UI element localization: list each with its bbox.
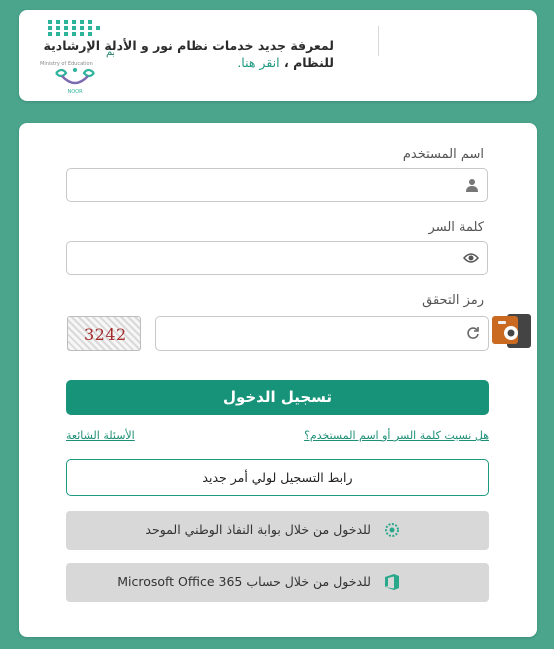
logo-divider [378, 26, 379, 56]
info-line-1: لمعرفة جديد خدمات نظام نور و الأدلة الإر… [43, 38, 334, 53]
info-text: لمعرفة جديد خدمات نظام نور و الأدلة الإر… [24, 37, 334, 71]
header-card: وزارة التعليم Ministry of Education NOOR… [19, 10, 537, 101]
info-line-2-prefix: للنظام ، [283, 55, 334, 70]
login-card: اسم المستخدم كلمة السر رمز التحقق 3242 ت… [19, 123, 537, 637]
password-field[interactable] [66, 241, 488, 275]
faq-link[interactable]: الأسئلة الشائعة [66, 429, 135, 442]
refresh-icon[interactable] [466, 326, 480, 340]
captcha-image: 3242 [67, 316, 141, 351]
info-line-2: للنظام ، انقر هنا. [24, 54, 334, 71]
nafath-icon [385, 523, 399, 537]
username-label: اسم المستخدم [402, 147, 484, 162]
forgot-password-link[interactable]: هل نسيت كلمة السر أو اسم المستخدم؟ [304, 429, 489, 442]
login-button[interactable]: تسجيل الدخول [66, 380, 489, 415]
password-label: كلمة السر [428, 220, 484, 235]
camera-icon[interactable] [491, 313, 533, 349]
captcha-label: رمز التحقق [422, 293, 484, 308]
office-login-label: للدخول من خلال حساب Microsoft Office 365 [117, 574, 371, 589]
captcha-code: 3242 [84, 325, 127, 344]
nafath-login-button[interactable]: للدخول من خلال بوابة النفاذ الوطني الموح… [66, 511, 489, 550]
parent-register-button[interactable]: رابط التسجيل لولي أمر جديد [66, 459, 489, 496]
username-field[interactable] [66, 168, 488, 202]
click-here-link[interactable]: انقر هنا. [237, 55, 279, 70]
noor-brand: NOOR [67, 89, 83, 95]
captcha-field[interactable] [155, 316, 489, 351]
office-login-button[interactable]: للدخول من خلال حساب Microsoft Office 365 [66, 563, 489, 602]
office-icon [385, 574, 399, 590]
nafath-login-label: للدخول من خلال بوابة النفاذ الوطني الموح… [145, 522, 371, 537]
eye-icon[interactable] [463, 251, 479, 265]
user-icon [466, 179, 478, 192]
